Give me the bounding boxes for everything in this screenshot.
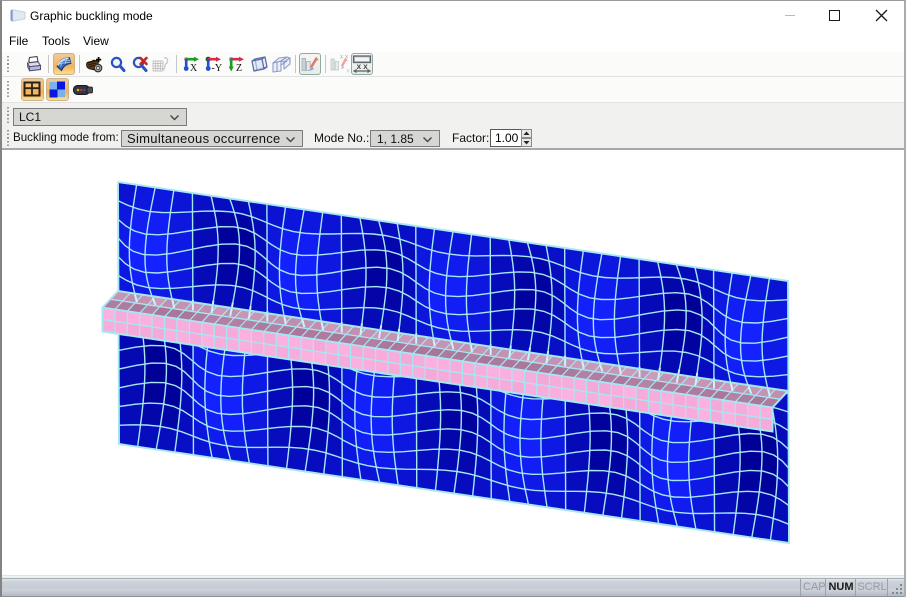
- svg-text:X: X: [190, 63, 198, 73]
- svg-text:-Y: -Y: [212, 63, 223, 73]
- svg-text:x: x: [347, 69, 350, 75]
- svg-text:x x: x x: [357, 62, 369, 71]
- svg-text:Z: Z: [236, 63, 242, 73]
